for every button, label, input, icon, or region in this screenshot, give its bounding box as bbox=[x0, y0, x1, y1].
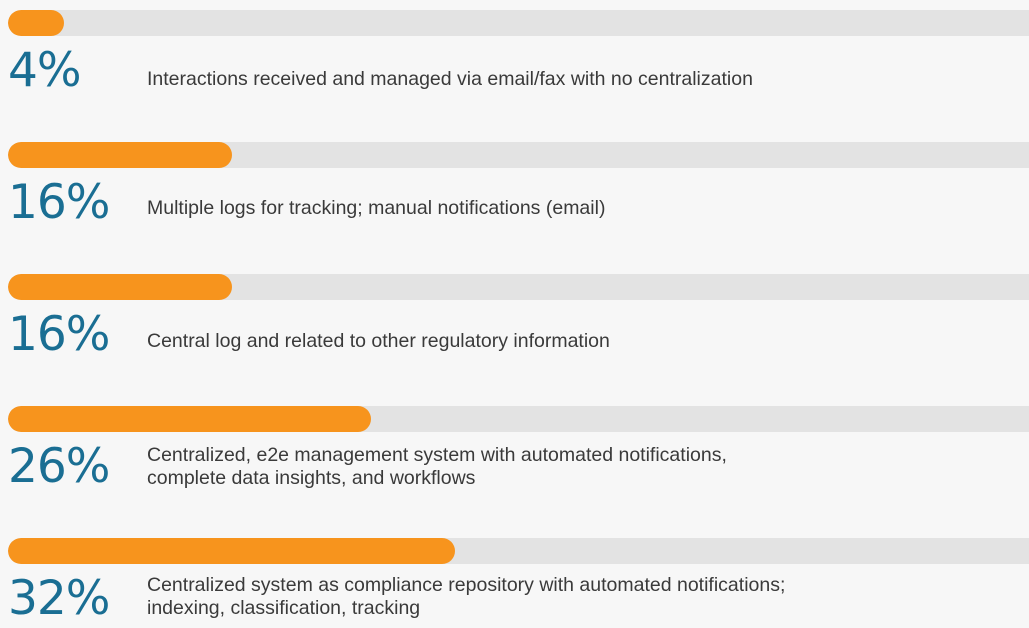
bar bbox=[8, 538, 455, 564]
category-label: Interactions received and managed via em… bbox=[147, 68, 753, 90]
bar-track bbox=[8, 538, 1029, 564]
bar-track bbox=[8, 142, 1029, 168]
bar bbox=[8, 406, 371, 432]
category-label: Centralized system as compliance reposit… bbox=[147, 574, 786, 619]
value-label: 32% bbox=[8, 571, 110, 626]
category-label: Central log and related to other regulat… bbox=[147, 330, 610, 352]
bar bbox=[8, 10, 64, 36]
value-label: 4% bbox=[8, 43, 82, 98]
bar-row: 4% Interactions received and managed via … bbox=[0, 10, 1029, 130]
bar bbox=[8, 142, 232, 168]
bar-track bbox=[8, 274, 1029, 300]
value-label: 16% bbox=[8, 175, 110, 230]
bar-row: 16% Central log and related to other regu… bbox=[0, 274, 1029, 394]
value-label: 16% bbox=[8, 307, 110, 362]
category-label: Multiple logs for tracking; manual notif… bbox=[147, 197, 606, 219]
bar-row: 16% Multiple logs for tracking; manual no… bbox=[0, 142, 1029, 262]
category-label: Centralized, e2e management system with … bbox=[147, 444, 727, 489]
bar-row: 32% Centralized system as compliance repo… bbox=[0, 538, 1029, 628]
bar-track bbox=[8, 10, 1029, 36]
bar-row: 26% Centralized, e2e management system wi… bbox=[0, 406, 1029, 526]
bar bbox=[8, 274, 232, 300]
value-label: 26% bbox=[8, 439, 110, 494]
bar-track bbox=[8, 406, 1029, 432]
chart: 4% Interactions received and managed via … bbox=[0, 0, 1029, 628]
